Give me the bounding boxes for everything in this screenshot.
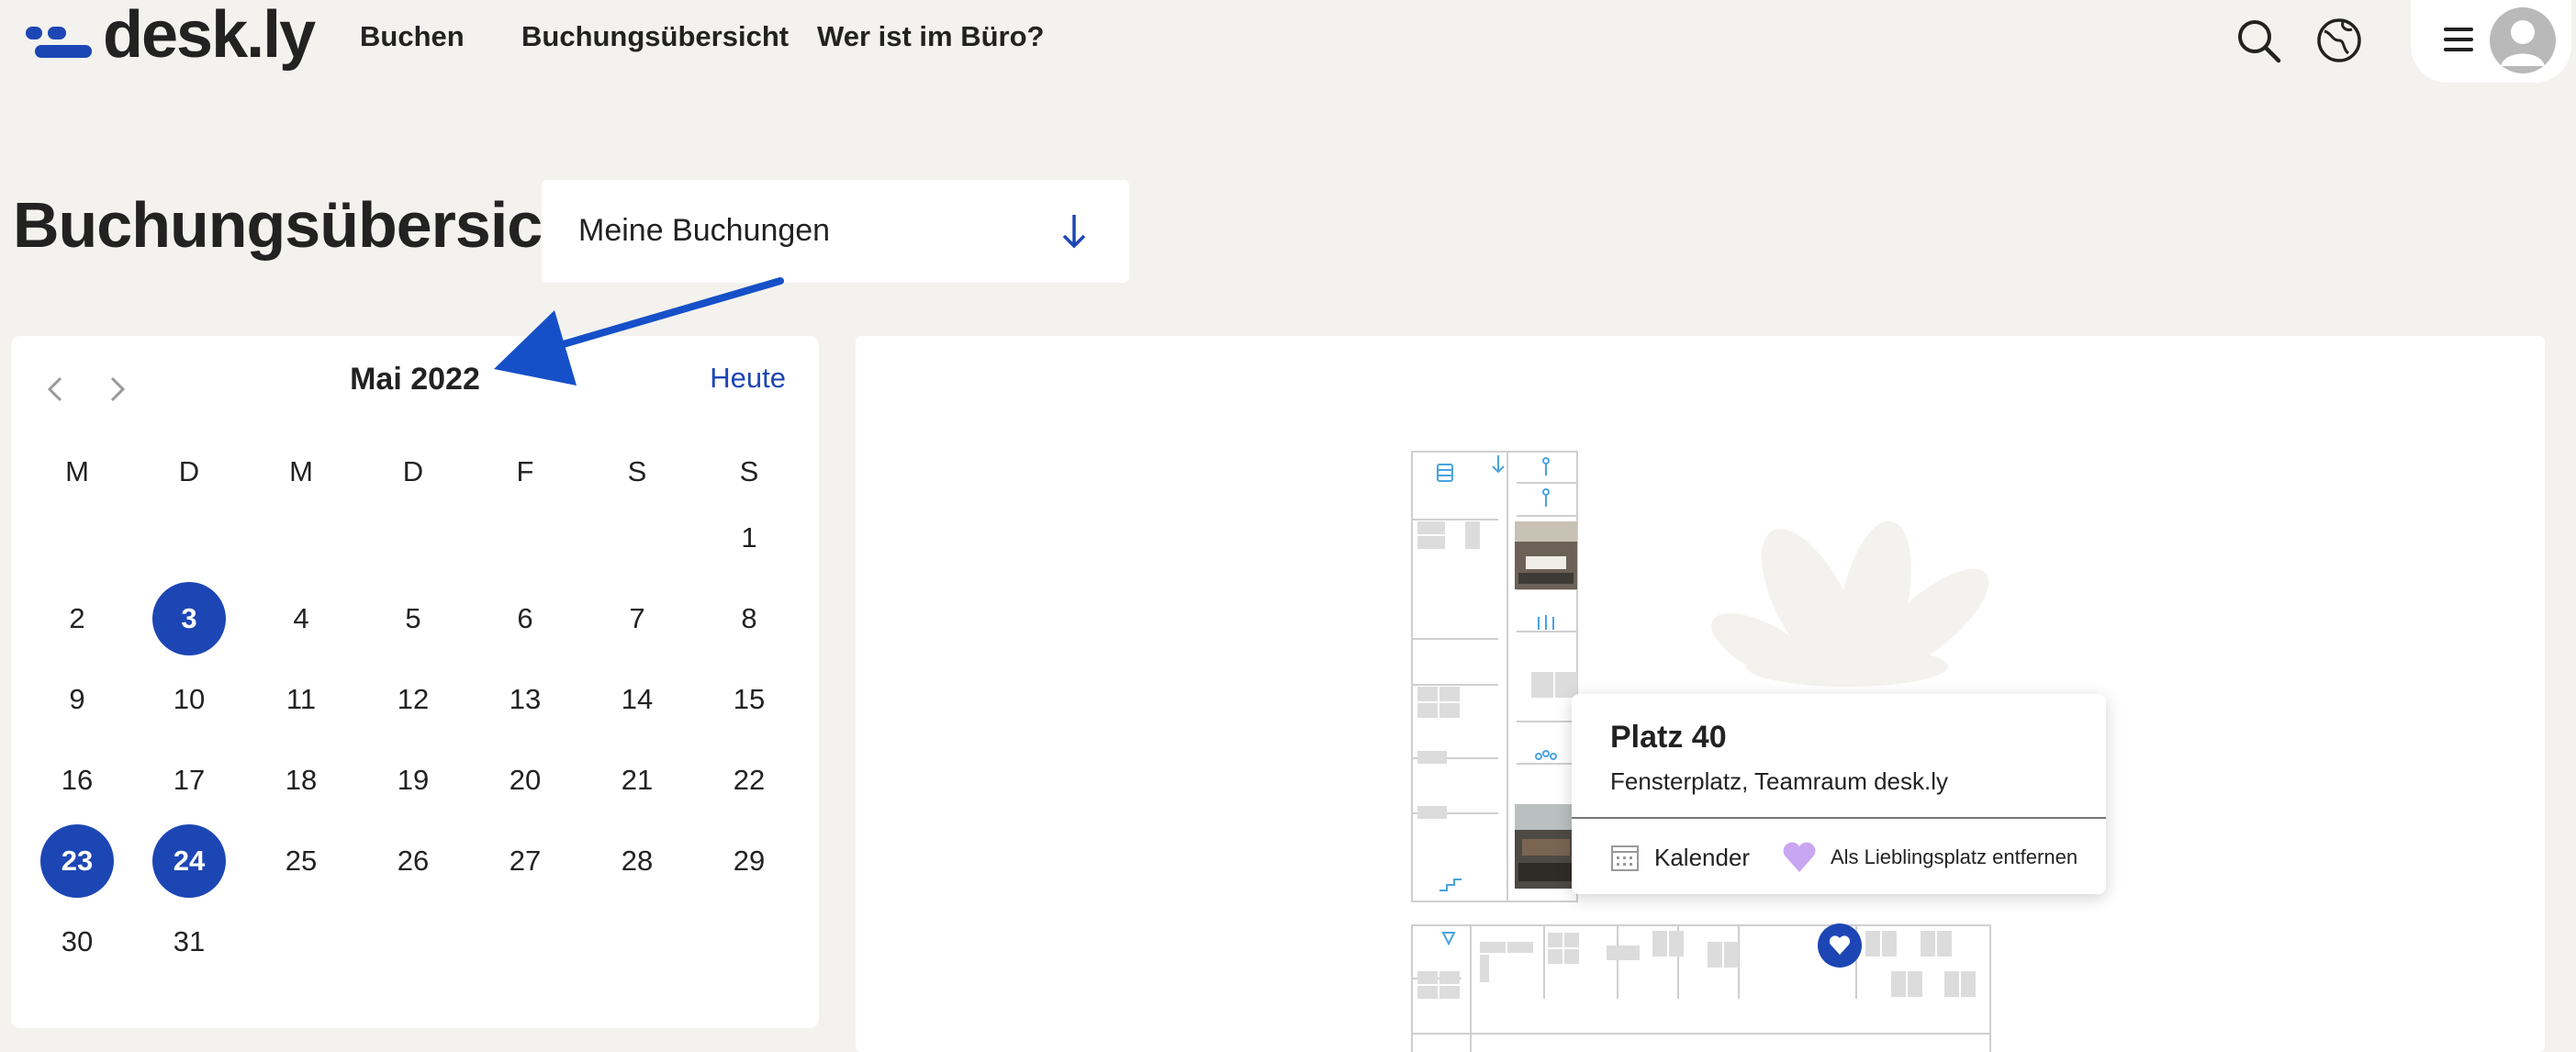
- avatar-icon[interactable]: [2490, 7, 2556, 73]
- nav-buchen[interactable]: Buchen: [360, 20, 465, 53]
- calendar-day-31[interactable]: 31: [152, 905, 226, 979]
- user-menu[interactable]: [2411, 0, 2571, 83]
- weekday-header: S: [627, 455, 647, 487]
- weekday-header: S: [739, 455, 759, 487]
- calendar-day-15[interactable]: 15: [712, 663, 786, 736]
- calendar-day-1[interactable]: 1: [712, 501, 786, 575]
- calendar-day-24[interactable]: 24: [152, 824, 226, 898]
- calendar-day-20[interactable]: 20: [488, 744, 562, 817]
- logo[interactable]: desk.ly: [26, 0, 316, 83]
- calendar-day-8[interactable]: 8: [712, 582, 786, 655]
- popup-title: Platz 40: [1610, 720, 1727, 755]
- weekday-header: D: [402, 455, 424, 487]
- calendar-day-5[interactable]: 5: [376, 582, 450, 655]
- calendar-day-10[interactable]: 10: [152, 663, 226, 736]
- calendar-day-17[interactable]: 17: [152, 744, 226, 817]
- calendar-day-12[interactable]: 12: [376, 663, 450, 736]
- desk-popup: Platz 40 Fensterplatz, Teamraum desk.ly …: [1572, 694, 2106, 894]
- globe-icon[interactable]: [2312, 13, 2367, 68]
- calendar-card: Mai 2022 Heute M D M D F S S 1 2 3 4 5 6 7 8 9 10 11 12 13 1…: [11, 336, 819, 1028]
- calendar-day-4[interactable]: 4: [264, 582, 338, 655]
- weekday-header: D: [178, 455, 200, 487]
- calendar-day-6[interactable]: 6: [488, 582, 562, 655]
- nav-wer-ist-im-buero[interactable]: Wer ist im Büro?: [817, 20, 1044, 53]
- calendar-day-7[interactable]: 7: [600, 582, 674, 655]
- nav-buchungsuebersicht[interactable]: Buchungsübersicht: [521, 20, 789, 53]
- search-icon[interactable]: [2231, 13, 2286, 68]
- calendar-day-23[interactable]: 23: [40, 824, 114, 898]
- calendar-day-30[interactable]: 30: [40, 905, 114, 979]
- popup-subtitle: Fensterplatz, Teamraum desk.ly: [1610, 767, 1948, 795]
- weekday-header: F: [516, 455, 534, 487]
- remove-favorite-label: Als Lieblingsplatz entfernen: [1831, 845, 2078, 868]
- calendar-day-25[interactable]: 25: [264, 824, 338, 898]
- calendar-day-2[interactable]: 2: [40, 582, 114, 655]
- popup-divider: [1572, 817, 2106, 819]
- calendar-day-19[interactable]: 19: [376, 744, 450, 817]
- calendar-day-28[interactable]: 28: [600, 824, 674, 898]
- calendar-day-29[interactable]: 29: [712, 824, 786, 898]
- logo-text: desk.ly: [103, 0, 316, 72]
- page-title: Buchungsübersicht: [13, 189, 601, 261]
- remove-favorite-action[interactable]: Als Lieblingsplatz entfernen: [1781, 839, 2078, 876]
- month-label: Mai 2022: [350, 362, 480, 397]
- calendar-action-label: Kalender: [1654, 843, 1751, 871]
- weekday-header: M: [289, 455, 313, 487]
- logo-mark-icon: [26, 23, 94, 60]
- menu-icon[interactable]: [2444, 28, 2473, 51]
- calendar-day-16[interactable]: 16: [40, 744, 114, 817]
- booking-filter-value: Meine Buchungen: [578, 213, 831, 248]
- today-button[interactable]: Heute: [710, 362, 786, 395]
- calendar-day-27[interactable]: 27: [488, 824, 562, 898]
- room-photo-1[interactable]: [1515, 521, 1577, 589]
- calendar-day-3[interactable]: 3: [152, 582, 226, 655]
- calendar-day-13[interactable]: 13: [488, 663, 562, 736]
- calendar-day-14[interactable]: 14: [600, 663, 674, 736]
- arrow-down-icon: [1062, 215, 1086, 249]
- calendar-day-22[interactable]: 22: [712, 744, 786, 817]
- calendar-day-18[interactable]: 18: [264, 744, 338, 817]
- calendar-day-9[interactable]: 9: [40, 663, 114, 736]
- room-photo-2[interactable]: [1515, 804, 1577, 889]
- calendar-day-21[interactable]: 21: [600, 744, 674, 817]
- calendar-day-11[interactable]: 11: [264, 663, 338, 736]
- heart-icon: [1783, 842, 1816, 872]
- booking-filter-dropdown[interactable]: Meine Buchungen: [542, 180, 1129, 283]
- watermark-logo-icon: [1711, 520, 1989, 687]
- calendar-icon: [1611, 845, 1639, 871]
- calendar-day-26[interactable]: 26: [376, 824, 450, 898]
- weekday-header: M: [65, 455, 89, 487]
- calendar-action[interactable]: Kalender: [1608, 839, 1750, 876]
- selected-desk-pin[interactable]: [1818, 923, 1862, 968]
